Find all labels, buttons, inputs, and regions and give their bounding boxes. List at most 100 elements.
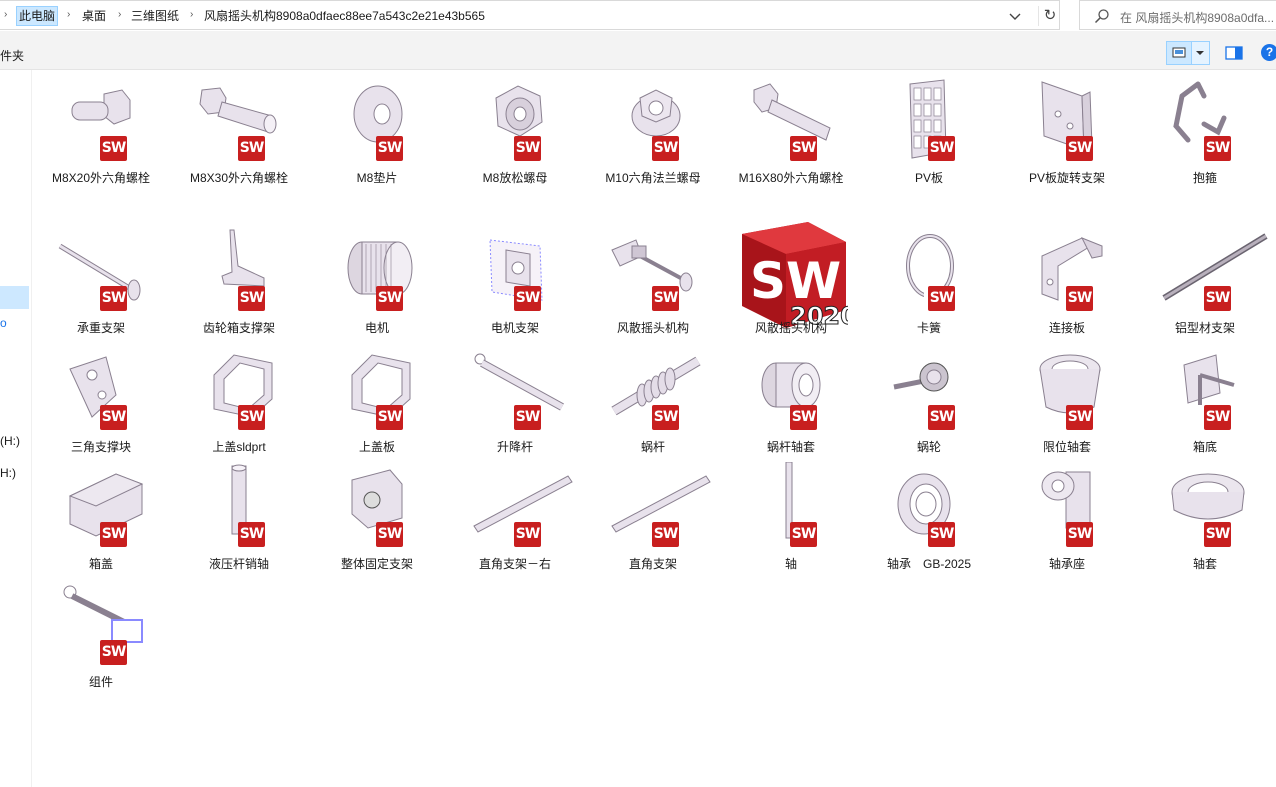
navigation-pane[interactable]: o (H:) H:) [0,70,32,787]
file-name: 风散摇头机构 [616,321,689,335]
breadcrumb-3d-drawings[interactable]: 三维图纸 [131,7,179,24]
file-item[interactable]: SW 上盖板 [308,339,446,454]
file-name: 齿轮箱支撑架 [202,321,275,335]
file-item[interactable]: SW 轴承 GB-2025 [860,456,998,571]
file-item[interactable]: SW 液压杆销轴 [170,456,308,571]
file-item[interactable]: SW M10六角法兰螺母 [584,70,722,185]
breadcrumb-current-folder[interactable]: 风扇摇头机构8908a0dfaec88ee7a543c2e21e43b565 [204,7,485,24]
nav-drive-h-2[interactable]: H:) [0,466,16,480]
file-item[interactable]: SW 轴套 [1136,456,1274,571]
file-list[interactable]: SW M8X20外六角螺栓 SW M8X30外六角螺栓 SW M8垫片 SW M8放松螺母 SW… [32,70,1276,787]
file-item[interactable]: SW 三角支撑块 [32,339,170,454]
file-item[interactable]: SW M8放松螺母 [446,70,584,185]
file-item[interactable]: SW 轴承座 [998,456,1136,571]
file-item[interactable]: SW 整体固定支架 [308,456,446,571]
solidworks-badge-icon: SW [928,405,955,430]
solidworks-badge-icon: SW [652,405,679,430]
solidworks-badge-icon: SW [1204,522,1231,547]
address-bar[interactable]: › 此电脑 › 桌面 › 三维图纸 › 风扇摇头机构8908a0dfaec88e… [0,0,1060,30]
file-name: M8垫片 [356,171,398,185]
file-item[interactable]: SW 升降杆 [446,339,584,454]
file-item[interactable]: SW 限位轴套 [998,339,1136,454]
file-item[interactable]: SW M16X80外六角螺栓 [722,70,860,185]
file-item[interactable]: SW 轴 [722,456,860,571]
view-layout-button[interactable] [1166,41,1192,65]
breadcrumb-desktop[interactable]: 桌面 [82,7,106,24]
file-item[interactable]: SW PV板 [860,70,998,185]
file-item[interactable]: SW 抱箍 [1136,70,1274,185]
solidworks-badge-icon: SW [928,286,955,311]
solidworks-badge-icon: SW [652,522,679,547]
file-item[interactable]: SW 2020 风散摇头机构 [722,220,860,335]
refresh-icon[interactable]: ↻ [1038,6,1061,26]
file-item[interactable]: SW 箱盖 [32,456,170,571]
file-name: M8X20外六角螺栓 [51,171,151,185]
file-name: 限位轴套 [1042,440,1091,454]
solidworks-badge-icon: SW [652,136,679,161]
file-item[interactable]: SW 风散摇头机构 [584,220,722,335]
chevron-down-icon[interactable] [1007,8,1023,24]
file-name: 整体固定支架 [340,557,413,571]
file-item[interactable]: SW 箱底 [1136,339,1274,454]
solidworks-badge-icon: SW [1066,405,1093,430]
solidworks-badge-icon: SW [1204,136,1231,161]
solidworks-badge-icon: SW [376,522,403,547]
file-name: 升降杆 [496,440,533,454]
file-item[interactable]: SW PV板旋转支架 [998,70,1136,185]
file-name: 风散摇头机构 [754,321,827,335]
file-item[interactable]: SW 组件 [32,574,170,689]
solidworks-badge-icon: SW [514,405,541,430]
file-name: 抱箍 [1192,171,1217,185]
chevron-right-icon[interactable]: › [67,9,70,20]
file-name: M10六角法兰螺母 [605,171,701,185]
solidworks-badge-icon: SW [790,522,817,547]
solidworks-badge-icon: SW [1066,286,1093,311]
file-name: M16X80外六角螺栓 [738,171,844,185]
file-item[interactable]: SW 铝型材支架 [1136,220,1274,335]
file-name: 轴套 [1192,557,1217,571]
breadcrumb-this-pc[interactable]: 此电脑 [16,6,59,26]
chevron-right-icon[interactable]: › [118,9,121,20]
preview-pane-icon[interactable] [1224,43,1244,63]
file-item[interactable]: SW M8X20外六角螺栓 [32,70,170,185]
chevron-right-icon[interactable]: › [190,9,193,20]
chevron-right-icon[interactable]: › [4,9,7,20]
view-options-dropdown[interactable] [1192,41,1210,65]
file-item[interactable]: SW 齿轮箱支撑架 [170,220,308,335]
file-name: 蜗杆轴套 [766,440,815,454]
file-name: 直角支架 [628,557,677,571]
help-button[interactable]: ? [1261,44,1276,61]
file-item[interactable]: SW 承重支架 [32,220,170,335]
file-item[interactable]: SW 连接板 [998,220,1136,335]
file-item[interactable]: SW 蜗轮 [860,339,998,454]
file-item[interactable]: SW 蜗杆 [584,339,722,454]
nav-selected-item[interactable] [0,286,29,309]
new-folder-button[interactable]: 件夹 [0,47,24,64]
solidworks-badge-icon: SW [238,136,265,161]
file-item[interactable]: SW 直角支架－右 [446,456,584,571]
nav-drive-h[interactable]: (H:) [0,434,20,448]
search-box[interactable]: 在 风扇摇头机构8908a0dfa... [1079,0,1276,30]
file-item[interactable]: SW 蜗杆轴套 [722,339,860,454]
file-item[interactable]: SW 直角支架 [584,456,722,571]
solidworks-badge-icon: SW [100,286,127,311]
file-item[interactable]: SW 电机支架 [446,220,584,335]
file-name: 液压杆销轴 [208,557,269,571]
solidworks-badge-icon: SW [238,522,265,547]
file-item[interactable]: SW 卡簧 [860,220,998,335]
file-item[interactable]: SW M8垫片 [308,70,446,185]
solidworks-badge-icon: SW [100,522,127,547]
file-name: 连接板 [1048,321,1085,335]
file-item[interactable]: SW 电机 [308,220,446,335]
file-name: 蜗轮 [916,440,941,454]
solidworks-badge-icon: SW [790,136,817,161]
solidworks-badge-icon: SW [514,522,541,547]
file-name: 轴承 GB-2025 [886,557,972,571]
address-row: › 此电脑 › 桌面 › 三维图纸 › 风扇摇头机构8908a0dfaec88e… [0,0,1276,31]
file-item[interactable]: SW M8X30外六角螺栓 [170,70,308,185]
search-input[interactable]: 在 风扇摇头机构8908a0dfa... [1120,9,1276,26]
file-name: 铝型材支架 [1174,321,1235,335]
file-item[interactable]: SW 上盖sldprt [170,339,308,454]
file-name: 承重支架 [76,321,125,335]
solidworks-badge-icon: SW [100,405,127,430]
